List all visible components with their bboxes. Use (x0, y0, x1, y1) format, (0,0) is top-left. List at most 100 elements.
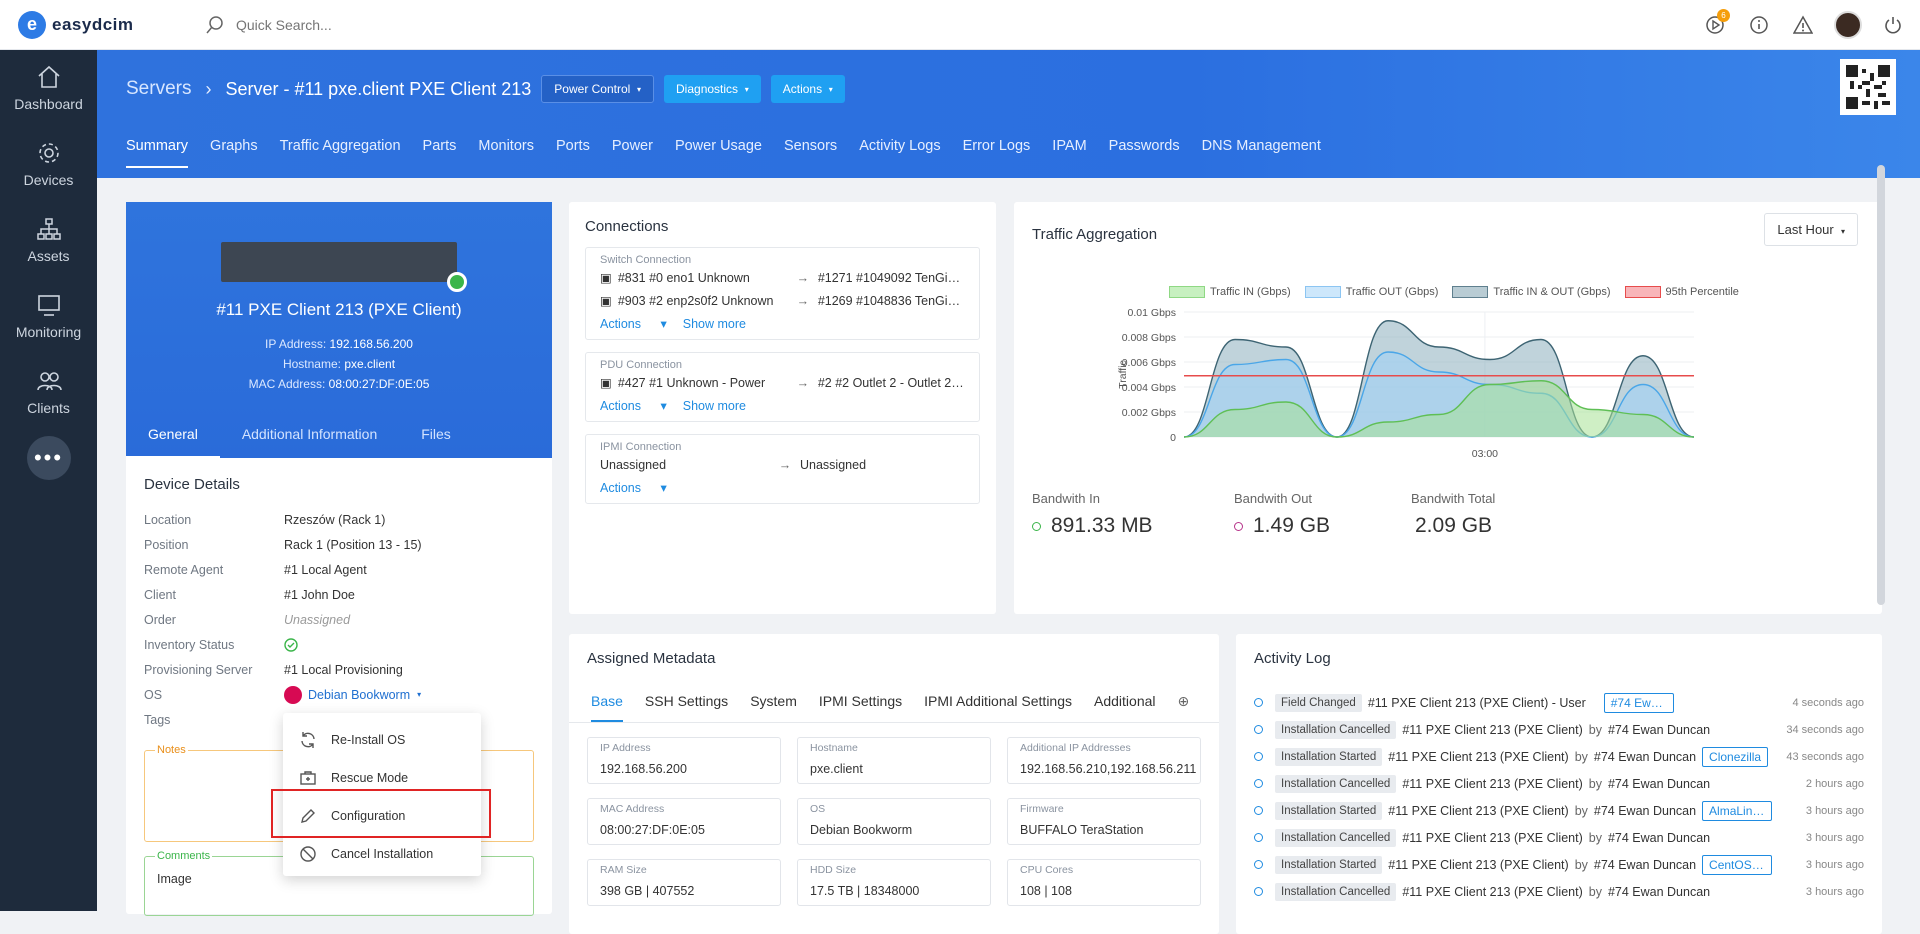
legend-item[interactable]: Traffic OUT (Gbps) (1304, 286, 1438, 299)
tab-general[interactable]: General (126, 426, 220, 458)
tab-power-usage[interactable]: Power Usage (675, 138, 762, 168)
time-range-select[interactable]: Last Hour ▾ (1764, 213, 1858, 246)
connection-row[interactable]: Unassigned → Unassigned (600, 453, 965, 476)
event-detail-chip[interactable]: Clonezilla (1702, 746, 1769, 767)
more-button[interactable]: ••• (26, 436, 71, 480)
activity-row[interactable]: Installation Cancelled #11 PXE Client 21… (1254, 770, 1864, 797)
power-control-button[interactable]: Power Control ▾ (541, 75, 655, 103)
legend-item[interactable]: Traffic IN & OUT (Gbps) (1452, 286, 1611, 299)
add-tab-icon[interactable]: ⊕ (1178, 693, 1190, 722)
actions-link[interactable]: Actions ▾ (600, 481, 667, 495)
tab-ssh-settings[interactable]: SSH Settings (645, 693, 728, 722)
tab-dns-management[interactable]: DNS Management (1202, 138, 1321, 168)
event-user[interactable]: #74 Ewan Duncan (1608, 723, 1710, 737)
event-subject[interactable]: #11 PXE Client 213 (PXE Client) (1402, 831, 1582, 845)
os-dropdown[interactable]: Debian Bookworm ▾ (284, 685, 421, 704)
activity-row[interactable]: Installation Started #11 PXE Client 213 … (1254, 797, 1864, 824)
tab-ipam[interactable]: IPAM (1052, 138, 1086, 168)
event-subject[interactable]: #11 PXE Client 213 (PXE Client) - User (1368, 696, 1586, 710)
metadata-field[interactable]: HDD Size 17.5 TB | 18348000 (797, 859, 991, 906)
tab-additional[interactable]: Additional (1094, 693, 1156, 722)
sidebar-item-dashboard[interactable]: Dashboard (0, 50, 97, 126)
tab-monitors[interactable]: Monitors (478, 138, 534, 168)
event-user[interactable]: #74 Ewan Duncan (1594, 750, 1696, 764)
actions-link[interactable]: Actions ▾ (600, 317, 667, 331)
legend-item[interactable]: Traffic IN (Gbps) (1169, 286, 1291, 299)
power-icon[interactable] (1880, 12, 1906, 38)
avatar[interactable] (1834, 11, 1862, 39)
scrollbar[interactable] (1877, 165, 1885, 605)
event-subject[interactable]: #11 PXE Client 213 (PXE Client) (1388, 750, 1568, 764)
qr-code[interactable] (1840, 59, 1896, 115)
activity-row[interactable]: Installation Cancelled #11 PXE Client 21… (1254, 824, 1864, 851)
actions-link[interactable]: Actions ▾ (600, 399, 667, 413)
event-user[interactable]: #74 Ewan Duncan (1608, 831, 1710, 845)
show-more-link[interactable]: Show more (683, 317, 746, 331)
metadata-field[interactable]: RAM Size 398 GB | 407552 (587, 859, 781, 906)
event-user[interactable]: #74 Ewan Duncan (1608, 777, 1710, 791)
diagnostics-button[interactable]: Diagnostics ▾ (664, 75, 761, 103)
sidebar-item-devices[interactable]: Devices (0, 126, 97, 202)
event-detail-chip[interactable]: AlmaLinux 9 (l (1702, 800, 1773, 821)
activity-row[interactable]: Installation Cancelled #11 PXE Client 21… (1254, 716, 1864, 743)
tab-power[interactable]: Power (612, 138, 653, 168)
legend-item[interactable]: 95th Percentile (1624, 286, 1739, 299)
metadata-field[interactable]: Hostname pxe.client (797, 737, 991, 784)
event-user[interactable]: #74 Ewan Duncan (1594, 858, 1696, 872)
activity-row[interactable]: Installation Cancelled #11 PXE Client 21… (1254, 878, 1864, 905)
sidebar-item-clients[interactable]: Clients (0, 354, 97, 430)
tab-summary[interactable]: Summary (126, 138, 189, 168)
activity-row[interactable]: Field Changed #11 PXE Client 213 (PXE Cl… (1254, 689, 1864, 716)
arrow-right-icon: → (796, 270, 810, 285)
connection-row[interactable]: ▣ #903 #2 enp2s0f2 Unknown → #1269 #1048836… (600, 289, 965, 312)
info-icon[interactable] (1746, 12, 1772, 38)
event-user[interactable]: #74 Ewan Duncan (1608, 885, 1710, 899)
tab-activity-logs[interactable]: Activity Logs (859, 138, 940, 168)
tab-graphs[interactable]: Graphs (210, 138, 258, 168)
tab-ipmi-additional-settings[interactable]: IPMI Additional Settings (924, 693, 1072, 722)
connection-row[interactable]: ▣ #427 #1 Unknown - Power → #2 #2 Outlet 2 … (600, 371, 965, 394)
tab-additional-information[interactable]: Additional Information (220, 426, 399, 458)
breadcrumb-servers[interactable]: Servers (126, 78, 191, 100)
metadata-field[interactable]: OS Debian Bookworm (797, 798, 991, 845)
metadata-field[interactable]: IP Address 192.168.56.200 (587, 737, 781, 784)
tab-system[interactable]: System (750, 693, 797, 722)
tab-ports[interactable]: Ports (556, 138, 590, 168)
event-subject[interactable]: #11 PXE Client 213 (PXE Client) (1388, 804, 1568, 818)
menu-item-reinstall-os[interactable]: Re-Install OS (283, 721, 481, 759)
field-value: 17.5 TB | 18348000 (810, 884, 920, 898)
show-more-link[interactable]: Show more (683, 399, 746, 413)
tab-passwords[interactable]: Passwords (1109, 138, 1180, 168)
event-subject[interactable]: #11 PXE Client 213 (PXE Client) (1402, 885, 1582, 899)
metadata-field[interactable]: Firmware BUFFALO TeraStation (1007, 798, 1201, 845)
tab-ipmi-settings[interactable]: IPMI Settings (819, 693, 902, 722)
connection-row[interactable]: ▣ #831 #0 eno1 Unknown → #1271 #1049092 Ten… (600, 266, 965, 289)
metadata-field[interactable]: CPU Cores 108 | 108 (1007, 859, 1201, 906)
power-status-icon[interactable] (447, 272, 467, 292)
search-input[interactable] (236, 16, 536, 33)
tab-error-logs[interactable]: Error Logs (963, 138, 1031, 168)
actions-button[interactable]: Actions ▾ (770, 75, 845, 103)
event-subject[interactable]: #11 PXE Client 213 (PXE Client) (1388, 858, 1568, 872)
menu-item-cancel-installation[interactable]: Cancel Installation (283, 835, 481, 873)
tab-traffic-aggregation[interactable]: Traffic Aggregation (280, 138, 401, 168)
sidebar-item-assets[interactable]: Assets (0, 202, 97, 278)
event-subject[interactable]: #11 PXE Client 213 (PXE Client) (1402, 777, 1582, 791)
tab-base[interactable]: Base (591, 693, 623, 722)
event-user[interactable]: #74 Ewan Duncan (1594, 804, 1696, 818)
tab-parts[interactable]: Parts (423, 138, 457, 168)
activity-row[interactable]: Installation Started #11 PXE Client 213 … (1254, 851, 1864, 878)
tab-sensors[interactable]: Sensors (784, 138, 837, 168)
metadata-field[interactable]: MAC Address 08:00:27:DF:0E:05 (587, 798, 781, 845)
event-detail-chip[interactable]: CentOS 8 (late (1702, 854, 1773, 875)
logo[interactable]: e easydcim (18, 10, 188, 39)
search-box[interactable] (206, 15, 536, 34)
event-subject[interactable]: #11 PXE Client 213 (PXE Client) (1402, 723, 1582, 737)
play-notification-icon[interactable]: 6 (1702, 9, 1730, 38)
warning-icon[interactable] (1790, 12, 1816, 38)
metadata-field[interactable]: Additional IP Addresses 192.168.56.210,19… (1007, 737, 1201, 784)
tab-files[interactable]: Files (399, 426, 473, 458)
activity-row[interactable]: Installation Started #11 PXE Client 213 … (1254, 743, 1864, 770)
sidebar-item-monitoring[interactable]: Monitoring (0, 278, 97, 354)
event-detail-chip[interactable]: #74 Ewan Duncan (ewanduncan@ (1603, 692, 1674, 713)
